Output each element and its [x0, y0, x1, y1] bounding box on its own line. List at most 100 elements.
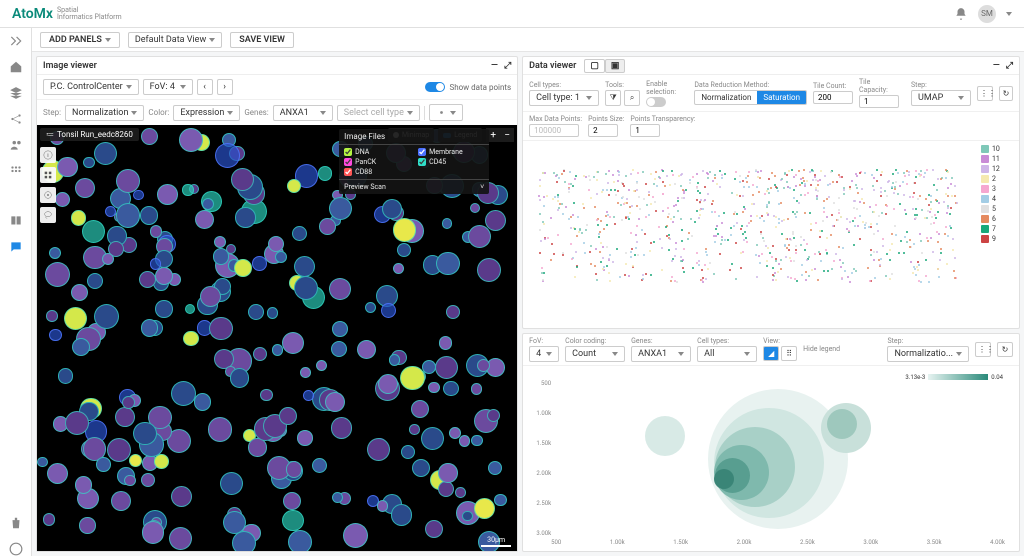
zoom-out-button[interactable]: −: [500, 128, 514, 142]
pointsize-input[interactable]: [588, 124, 618, 137]
layers-icon[interactable]: [9, 86, 23, 100]
preview-scan-button[interactable]: Preview Scan: [344, 183, 386, 191]
add-panels-button[interactable]: ADD PANELS: [40, 32, 120, 48]
tilecount-label: Tile Count:: [813, 82, 853, 90]
tile-capacity-input[interactable]: [859, 95, 899, 108]
d-fov-select[interactable]: 4: [529, 346, 559, 362]
user-avatar[interactable]: SM: [978, 5, 996, 23]
d-view-dots-icon[interactable]: ⠿: [781, 346, 797, 361]
pc-select[interactable]: P.C. ControlCenter: [43, 79, 139, 95]
step-select[interactable]: Normalization: [65, 105, 144, 121]
users-icon[interactable]: [9, 138, 23, 152]
scatter-legend-item[interactable]: 4: [981, 195, 1017, 203]
fov-select[interactable]: FoV: 4: [143, 79, 193, 95]
scatter-legend-item[interactable]: 7: [981, 225, 1017, 233]
scatter-legend-item[interactable]: 9: [981, 235, 1017, 243]
comment-icon[interactable]: [9, 240, 23, 254]
density-plot[interactable]: 3.13e-30.04 5001.00k1.50k2.00k2.50k3.00k…: [527, 370, 1015, 547]
share-icon[interactable]: [9, 112, 23, 126]
panel-minimize-icon[interactable]: —: [993, 61, 1000, 71]
dv-step-select[interactable]: UMAP: [911, 90, 971, 106]
d-view-chart-icon[interactable]: ◢: [763, 346, 779, 361]
save-view-button[interactable]: SAVE VIEW: [230, 32, 294, 48]
color-select[interactable]: Expression: [173, 105, 240, 121]
reduction-segment[interactable]: Normalization Saturation: [694, 90, 807, 105]
scatter-legend-item[interactable]: 6: [981, 215, 1017, 223]
layout-1-icon[interactable]: ▢: [584, 59, 605, 73]
d-genes-select[interactable]: ANXA1: [631, 346, 691, 362]
tools-label: Tools:: [605, 81, 640, 89]
tool-info-icon[interactable]: i: [40, 147, 56, 163]
dotgrid-icon[interactable]: [9, 164, 23, 178]
legend-item[interactable]: CD45: [418, 158, 484, 166]
tool-lasso-icon[interactable]: [40, 207, 56, 223]
tile-count-input[interactable]: [813, 91, 853, 104]
d-step-select[interactable]: Normalizatio...: [887, 346, 969, 362]
enable-selection-label: Enable selection:: [646, 80, 688, 96]
d-refresh-icon[interactable]: ↻: [997, 342, 1013, 357]
bell-icon[interactable]: [954, 7, 968, 21]
search-icon[interactable]: ⌕: [624, 90, 640, 106]
default-view-select[interactable]: Default Data View: [128, 32, 222, 48]
scatter-legend-item[interactable]: 3: [981, 185, 1017, 193]
gear-icon: [436, 107, 447, 118]
reduction-normalization[interactable]: Normalization: [695, 91, 757, 104]
collapse-icon[interactable]: [9, 34, 23, 48]
main-toolbar: ADD PANELS Default Data View SAVE VIEW: [32, 28, 1024, 52]
transparency-input[interactable]: [630, 124, 660, 137]
legend-item[interactable]: PanCK: [344, 158, 410, 166]
fov-next-button[interactable]: ›: [217, 79, 233, 95]
panel-expand-icon[interactable]: ⤢: [504, 61, 511, 71]
refresh-icon[interactable]: ↻: [999, 86, 1013, 101]
scatter-config-icon[interactable]: ⋮⋮: [977, 86, 993, 101]
book-icon[interactable]: [9, 214, 23, 228]
scatter-legend-item[interactable]: 12: [981, 165, 1017, 173]
trash-icon[interactable]: [9, 516, 23, 530]
d-celltypes-select[interactable]: All: [697, 346, 757, 362]
panel-expand-icon[interactable]: ⤢: [1006, 61, 1013, 71]
celltype-select[interactable]: Select cell type: [337, 105, 420, 121]
gene-select[interactable]: ANXA1: [273, 105, 333, 121]
d-celltypes-label: Cell types:: [697, 337, 757, 345]
scatter-plot[interactable]: [523, 141, 979, 328]
transparency-label: Points Transparency:: [630, 115, 695, 123]
d-config-icon[interactable]: ⋮⋮: [975, 342, 991, 357]
scatter-legend-item[interactable]: 10: [981, 145, 1017, 153]
d-fov-label: FoV:: [529, 337, 559, 345]
scatter-legend-item[interactable]: 5: [981, 205, 1017, 213]
maxpoints-input[interactable]: [529, 124, 579, 137]
home-icon[interactable]: [9, 60, 23, 74]
d-step-label: Step:: [887, 337, 969, 345]
dv-celltype-select[interactable]: Cell type: 1: [529, 90, 599, 106]
legend-item[interactable]: CD88: [344, 168, 410, 176]
legend-item[interactable]: DNA: [344, 148, 410, 156]
gear-select[interactable]: [429, 104, 463, 121]
tilecapacity-label: Tile Capacity:: [859, 78, 899, 94]
image-canvas[interactable]: ≔ Tonsil Run_eedc8260 i Minimap Legend +…: [37, 125, 517, 551]
legend-header: Image Files: [339, 129, 489, 145]
info-icon[interactable]: [9, 542, 23, 556]
fov-prev-button[interactable]: ‹: [197, 79, 213, 95]
scatter-legend-item[interactable]: 2: [981, 175, 1017, 183]
tool-grid-icon[interactable]: [40, 167, 56, 183]
d-color-select[interactable]: Count: [565, 346, 625, 362]
d-view-label: View:: [763, 337, 797, 345]
tool-target-icon[interactable]: [40, 187, 56, 203]
filter-icon[interactable]: ⧩: [605, 90, 621, 106]
scatter-legend: 10 11 12 2 3 4 5 6 7 9: [979, 141, 1019, 328]
image-viewer-panel: Image viewer — ⤢ P.C. ControlCenter FoV:…: [36, 56, 518, 552]
legend-item[interactable]: Membrane: [418, 148, 484, 156]
brand-name: AtoMx: [12, 6, 53, 22]
enable-selection-toggle[interactable]: [646, 97, 666, 107]
panel-title: Data viewer: [529, 61, 576, 71]
layout-2-icon[interactable]: ▣: [605, 59, 626, 73]
reduction-saturation[interactable]: Saturation: [757, 91, 806, 104]
hide-legend-label[interactable]: Hide legend: [803, 345, 840, 353]
celltypes-label: Cell types:: [529, 81, 599, 89]
user-menu-caret[interactable]: [1006, 12, 1012, 16]
panel-minimize-icon[interactable]: —: [491, 61, 498, 71]
d-color-label: Color coding:: [565, 337, 625, 345]
scatter-legend-item[interactable]: 11: [981, 155, 1017, 163]
show-datapoints-toggle[interactable]: [425, 82, 445, 92]
image-legend: Image Files DNA Membrane PanCK CD45 CD88 Pre…: [339, 129, 489, 194]
